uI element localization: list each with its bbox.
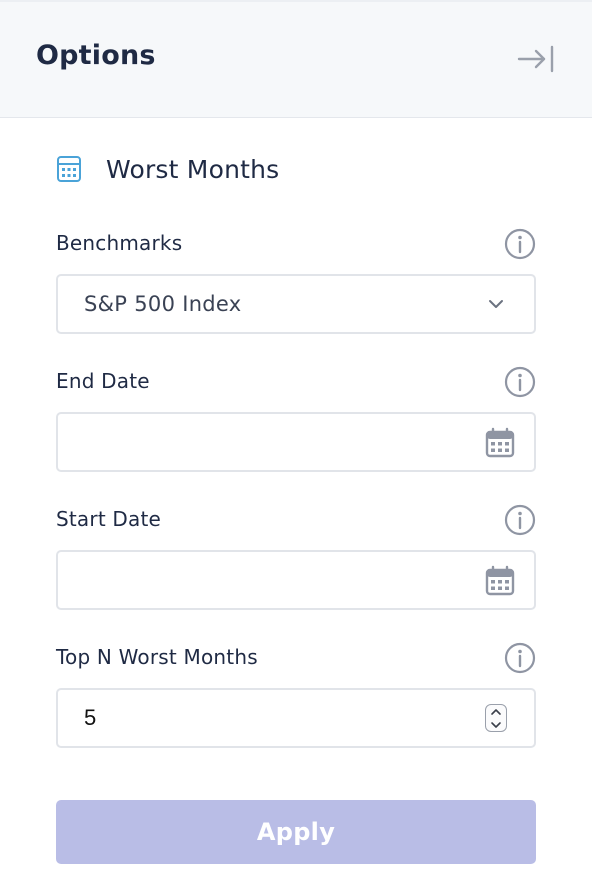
top-n-label: Top N Worst Months bbox=[56, 645, 258, 669]
page-title: Options bbox=[36, 40, 156, 71]
collapse-right-icon bbox=[517, 45, 554, 73]
collapse-panel-button[interactable] bbox=[516, 44, 556, 74]
section-title: Worst Months bbox=[106, 154, 280, 184]
calculator-icon bbox=[56, 155, 82, 183]
top-n-value: 5 bbox=[84, 705, 97, 730]
benchmarks-info-icon[interactable] bbox=[503, 227, 537, 261]
chevron-down-icon bbox=[491, 721, 501, 728]
apply-button[interactable]: Apply bbox=[56, 800, 536, 864]
top-n-info-icon[interactable] bbox=[503, 641, 537, 675]
number-spinner[interactable] bbox=[485, 704, 507, 732]
benchmarks-select[interactable]: S&P 500 Index bbox=[56, 274, 536, 334]
benchmarks-selected-value: S&P 500 Index bbox=[84, 292, 242, 316]
start-date-label: Start Date bbox=[56, 507, 162, 531]
options-header: Options bbox=[0, 0, 592, 118]
increment-button[interactable] bbox=[486, 705, 506, 718]
chevron-up-icon bbox=[491, 708, 501, 715]
decrement-button[interactable] bbox=[486, 718, 506, 731]
end-date-input[interactable] bbox=[56, 412, 536, 472]
end-date-label: End Date bbox=[56, 369, 150, 393]
benchmarks-label: Benchmarks bbox=[56, 231, 183, 255]
section-header: Worst Months bbox=[56, 152, 279, 186]
top-n-number-input[interactable]: 5 bbox=[56, 688, 536, 748]
chevron-down-icon bbox=[486, 296, 506, 312]
calendar-icon[interactable] bbox=[484, 565, 516, 597]
options-panel: Options Worst Months Benchmarks S&P 500 … bbox=[0, 0, 592, 894]
calendar-icon[interactable] bbox=[484, 427, 516, 459]
end-date-info-icon[interactable] bbox=[503, 365, 537, 399]
start-date-input[interactable] bbox=[56, 550, 536, 610]
start-date-info-icon[interactable] bbox=[503, 503, 537, 537]
